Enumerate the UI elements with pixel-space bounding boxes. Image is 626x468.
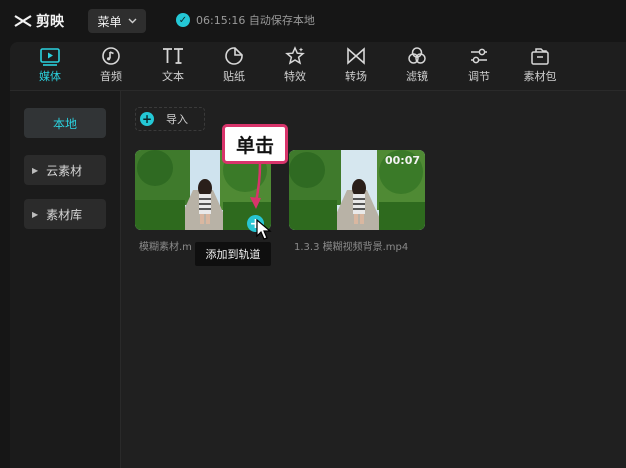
tab-adjust[interactable]: 调节 — [451, 46, 507, 88]
tab-sticker[interactable]: 贴纸 — [206, 46, 262, 88]
audio-icon — [102, 47, 120, 65]
media-thumbnail[interactable]: 00:07 — [289, 150, 425, 230]
tab-effects[interactable]: 特效 — [267, 46, 323, 88]
import-label: 导入 — [166, 113, 188, 126]
autosave-text: 06:15:16 自动保存本地 — [196, 14, 315, 27]
menu-button[interactable]: 菜单 — [88, 9, 146, 33]
tab-label: 音频 — [100, 70, 122, 83]
text-icon — [163, 48, 183, 64]
asset-toolbar: 媒体 音频 文本 贴纸 特效 转场 滤镜 调节 素材包 — [10, 42, 626, 90]
media-panel: 媒体 音频 文本 贴纸 特效 转场 滤镜 调节 素材包 本地 ▶ 云素材 ▶ 素… — [10, 42, 626, 468]
tab-filter[interactable]: 滤镜 — [389, 46, 445, 88]
tab-audio[interactable]: 音频 — [83, 46, 139, 88]
effects-icon — [285, 46, 305, 65]
tab-label: 转场 — [345, 70, 367, 83]
tab-text[interactable]: 文本 — [145, 46, 201, 88]
tutorial-arrow-icon — [250, 163, 262, 209]
app-name: 剪映 — [36, 14, 64, 30]
sidebar-item-label: 素材库 — [46, 207, 83, 222]
media-icon — [40, 48, 60, 66]
tutorial-callout: 单击 — [222, 124, 288, 164]
check-icon: ✓ — [176, 13, 190, 27]
tab-label: 特效 — [284, 70, 306, 83]
tab-label: 调节 — [468, 70, 490, 83]
media-caption: 1.3.3 模糊视频背景.mp4 — [294, 242, 409, 253]
sidebar-item-local[interactable]: 本地 — [24, 108, 106, 138]
sidebar-item-label: 云素材 — [46, 163, 83, 178]
adjust-icon — [471, 48, 487, 64]
transition-icon — [347, 47, 365, 65]
caret-right-icon: ▶ — [32, 209, 39, 219]
media-caption: 模糊素材.m — [139, 242, 192, 253]
mouse-cursor-icon — [256, 219, 272, 240]
video-duration: 00:07 — [384, 154, 420, 167]
add-to-track-tooltip: 添加到轨道 — [195, 242, 271, 266]
media-grid: + 导入 00:07 — [121, 91, 626, 468]
package-icon — [531, 48, 549, 65]
plus-icon: + — [140, 112, 154, 126]
autosave-status: ✓ 06:15:16 自动保存本地 — [176, 12, 315, 28]
tab-package[interactable]: 素材包 — [512, 46, 568, 88]
sidebar-item-label: 本地 — [52, 116, 77, 131]
tab-label: 文本 — [162, 70, 184, 83]
sidebar-item-library[interactable]: ▶ 素材库 — [24, 199, 106, 229]
caret-right-icon: ▶ — [32, 165, 39, 175]
tab-label: 滤镜 — [406, 70, 428, 83]
tab-media[interactable]: 媒体 — [22, 46, 78, 88]
sticker-icon — [225, 47, 243, 65]
tab-label: 媒体 — [39, 70, 61, 83]
title-bar: 剪映 菜单 ✓ 06:15:16 自动保存本地 — [0, 0, 626, 42]
capcut-logo-icon — [14, 15, 32, 27]
tab-label: 贴纸 — [223, 70, 245, 83]
chevron-down-icon — [128, 18, 136, 24]
tab-transition[interactable]: 转场 — [328, 46, 384, 88]
sidebar-item-cloud[interactable]: ▶ 云素材 — [24, 155, 106, 185]
menu-label: 菜单 — [97, 14, 122, 29]
media-sidebar: 本地 ▶ 云素材 ▶ 素材库 — [10, 91, 121, 468]
import-button[interactable]: + 导入 — [135, 107, 205, 131]
filter-icon — [408, 47, 426, 64]
app-logo: 剪映 — [14, 11, 64, 31]
tab-label: 素材包 — [523, 70, 557, 83]
